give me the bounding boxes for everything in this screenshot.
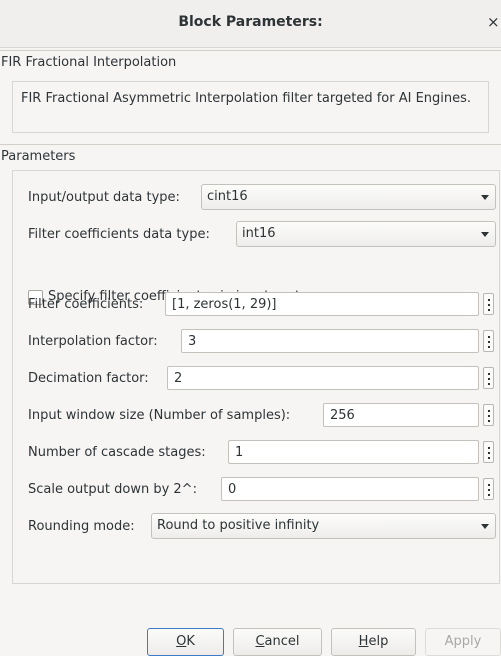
io-type-label: Input/output data type: bbox=[28, 190, 180, 205]
io-type-dropdown[interactable]: cint16 bbox=[201, 184, 496, 210]
cascade-label: Number of cascade stages: bbox=[28, 445, 206, 460]
ok-label: K bbox=[186, 634, 195, 649]
shift-input[interactable] bbox=[222, 478, 478, 500]
parameters-group-header: Parameters bbox=[0, 144, 501, 169]
coefficients-input[interactable] bbox=[166, 293, 478, 315]
coef-type-label: Filter coefficients data type: bbox=[28, 227, 210, 242]
ok-button[interactable]: OK bbox=[147, 628, 224, 656]
window-size-input[interactable] bbox=[324, 404, 478, 426]
cascade-field[interactable] bbox=[228, 440, 479, 464]
interp-input[interactable] bbox=[182, 330, 478, 352]
block-group-header: FIR Fractional Interpolation bbox=[0, 50, 501, 75]
interp-label: Interpolation factor: bbox=[28, 334, 158, 349]
more-options-icon[interactable] bbox=[483, 330, 494, 352]
more-options-icon[interactable] bbox=[483, 478, 494, 500]
dropdown-arrow-icon bbox=[481, 195, 489, 200]
dropdown-arrow-icon bbox=[481, 232, 489, 237]
io-type-value: cint16 bbox=[207, 189, 248, 204]
more-options-icon[interactable] bbox=[483, 404, 494, 426]
cancel-button[interactable]: Cancel bbox=[233, 628, 322, 656]
coefficients-label: Filter coefficients: bbox=[28, 297, 144, 312]
more-options-icon[interactable] bbox=[483, 367, 494, 389]
rounding-value: Round to positive infinity bbox=[157, 518, 320, 533]
coef-type-dropdown[interactable]: int16 bbox=[236, 221, 496, 247]
decim-label: Decimation factor: bbox=[28, 371, 149, 386]
title-bar: Block Parameters: × bbox=[0, 0, 501, 48]
help-mnemonic: H bbox=[358, 634, 369, 649]
block-description-panel: FIR Fractional Asymmetric Interpolation … bbox=[12, 81, 489, 133]
rounding-label: Rounding mode: bbox=[28, 519, 135, 534]
more-options-icon[interactable] bbox=[483, 441, 494, 463]
help-button[interactable]: Help bbox=[331, 628, 416, 656]
window-size-label: Input window size (Number of samples): bbox=[28, 408, 291, 423]
shift-label: Scale output down by 2^: bbox=[28, 482, 197, 497]
cascade-input[interactable] bbox=[229, 441, 478, 463]
block-description: FIR Fractional Asymmetric Interpolation … bbox=[21, 91, 472, 106]
dropdown-arrow-icon bbox=[481, 524, 489, 529]
ok-mnemonic: O bbox=[176, 634, 187, 649]
window-title: Block Parameters: bbox=[178, 14, 323, 30]
cancel-label: ancel bbox=[264, 634, 300, 649]
close-icon[interactable]: × bbox=[487, 12, 501, 32]
cancel-mnemonic: C bbox=[255, 634, 265, 649]
interp-field[interactable] bbox=[181, 329, 479, 353]
rounding-dropdown[interactable]: Round to positive infinity bbox=[151, 513, 496, 539]
shift-field[interactable] bbox=[221, 477, 479, 501]
coef-type-value: int16 bbox=[242, 226, 276, 241]
help-label: elp bbox=[368, 634, 389, 649]
block-name: FIR Fractional Interpolation bbox=[1, 55, 177, 70]
parameters-header: Parameters bbox=[1, 149, 76, 164]
decim-field[interactable] bbox=[167, 366, 479, 390]
more-options-icon[interactable] bbox=[483, 293, 494, 315]
window-size-field[interactable] bbox=[323, 403, 479, 427]
decim-input[interactable] bbox=[168, 367, 478, 389]
coefficients-field[interactable] bbox=[165, 292, 479, 316]
apply-button[interactable]: Apply bbox=[425, 628, 501, 656]
